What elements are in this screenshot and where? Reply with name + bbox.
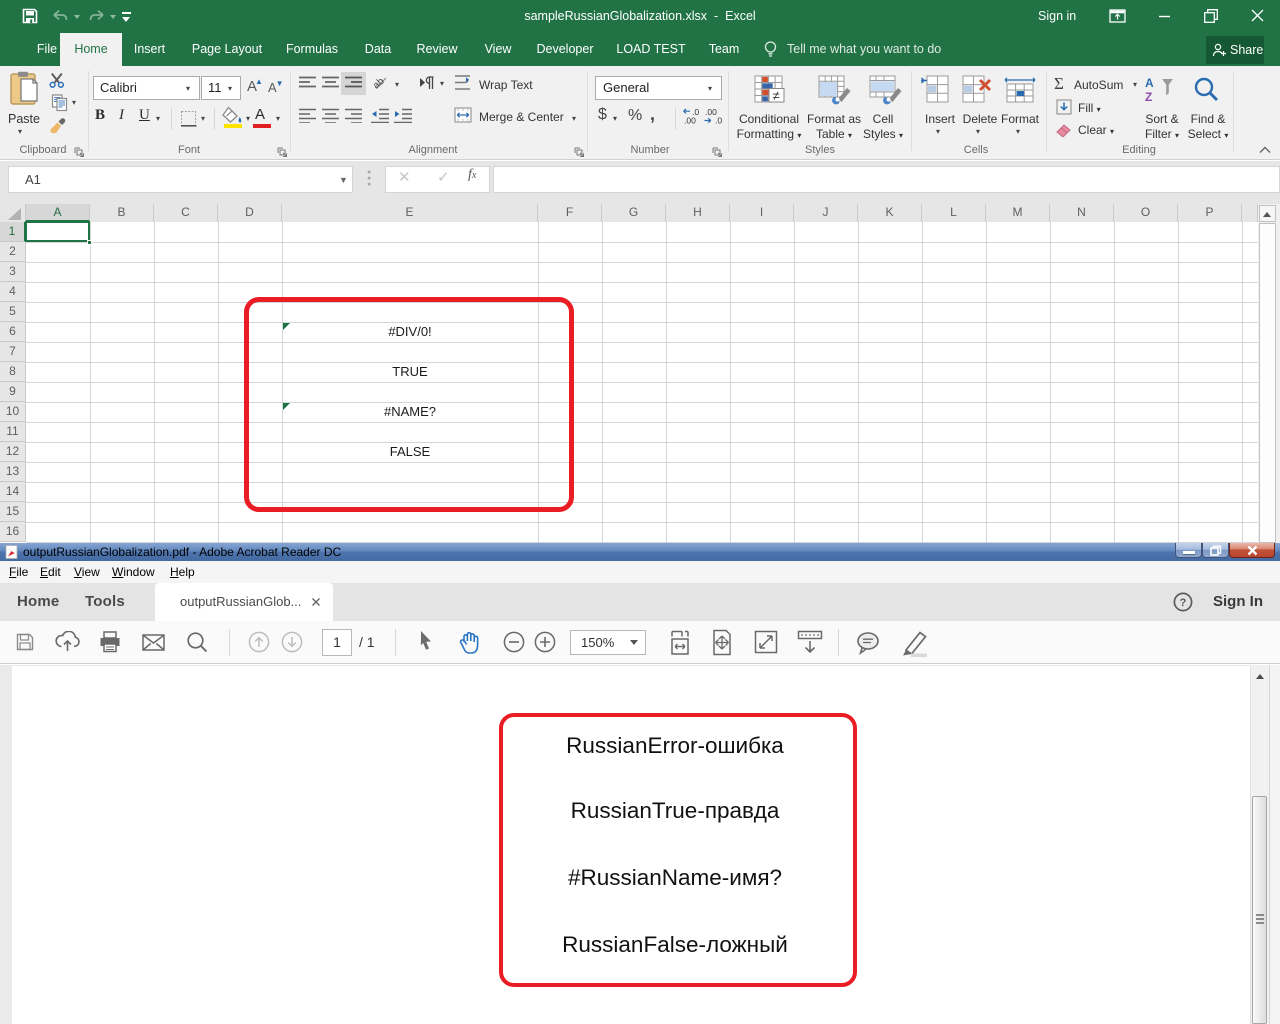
svg-text:A: A bbox=[1145, 76, 1154, 90]
svg-text:.00: .00 bbox=[684, 116, 696, 125]
svg-text:≠: ≠ bbox=[773, 88, 780, 103]
svg-text:?: ? bbox=[1180, 597, 1187, 609]
svg-text:ab: ab bbox=[374, 76, 387, 92]
svg-text:Z: Z bbox=[1145, 90, 1152, 104]
svg-text:.0: .0 bbox=[715, 116, 722, 125]
